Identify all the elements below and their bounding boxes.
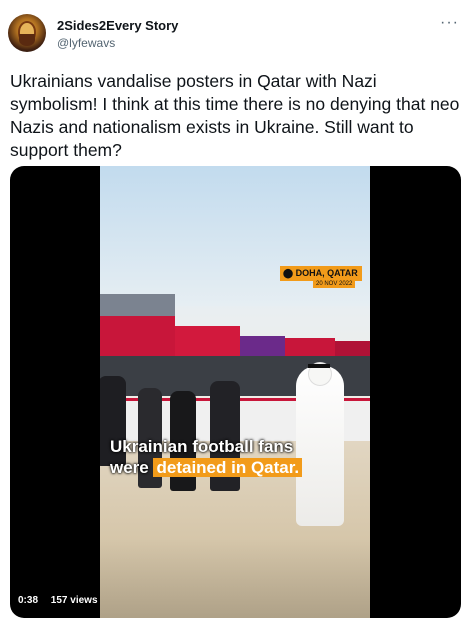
video-person-headband: [308, 364, 330, 368]
location-tag: ⬤ DOHA, QATAR: [280, 266, 362, 281]
video-caption-line2: were detained in Qatar.: [110, 458, 303, 478]
caption-prefix: were: [110, 458, 149, 477]
tweet-card[interactable]: 2Sides2Every Story @lyfewavs ··· Ukraini…: [0, 0, 471, 623]
avatar[interactable]: [8, 14, 46, 52]
author-handle[interactable]: @lyfewavs: [57, 36, 115, 50]
video-views: 157 views: [50, 595, 98, 606]
more-options-icon[interactable]: ···: [440, 14, 459, 32]
video-awning: [240, 336, 285, 358]
video-stats: 0:38 157 views: [18, 595, 108, 606]
avatar-beard-icon: [19, 34, 35, 46]
map-pin-icon: ⬤: [283, 268, 294, 278]
video-duration: 0:38: [18, 595, 39, 606]
author-name[interactable]: 2Sides2Every Story: [57, 18, 178, 33]
video-shade: [100, 538, 370, 618]
video-player[interactable]: ⬤ DOHA, QATAR 20 NOV 2022 Ukrainian foot…: [10, 166, 461, 618]
location-text: DOHA, QATAR: [295, 268, 358, 278]
date-tag: 20 NOV 2022: [313, 280, 356, 288]
tweet-text: Ukrainians vandalise posters in Qatar wi…: [10, 71, 460, 160]
video-caption-line1: Ukrainian football fans: [110, 437, 294, 456]
video-roof: [100, 294, 175, 316]
video-awning: [175, 326, 240, 360]
video-awning: [100, 316, 175, 356]
video-person-robe: [296, 366, 344, 526]
video-frame[interactable]: ⬤ DOHA, QATAR 20 NOV 2022 Ukrainian foot…: [100, 166, 370, 618]
caption-highlight: detained in Qatar.: [153, 458, 303, 477]
